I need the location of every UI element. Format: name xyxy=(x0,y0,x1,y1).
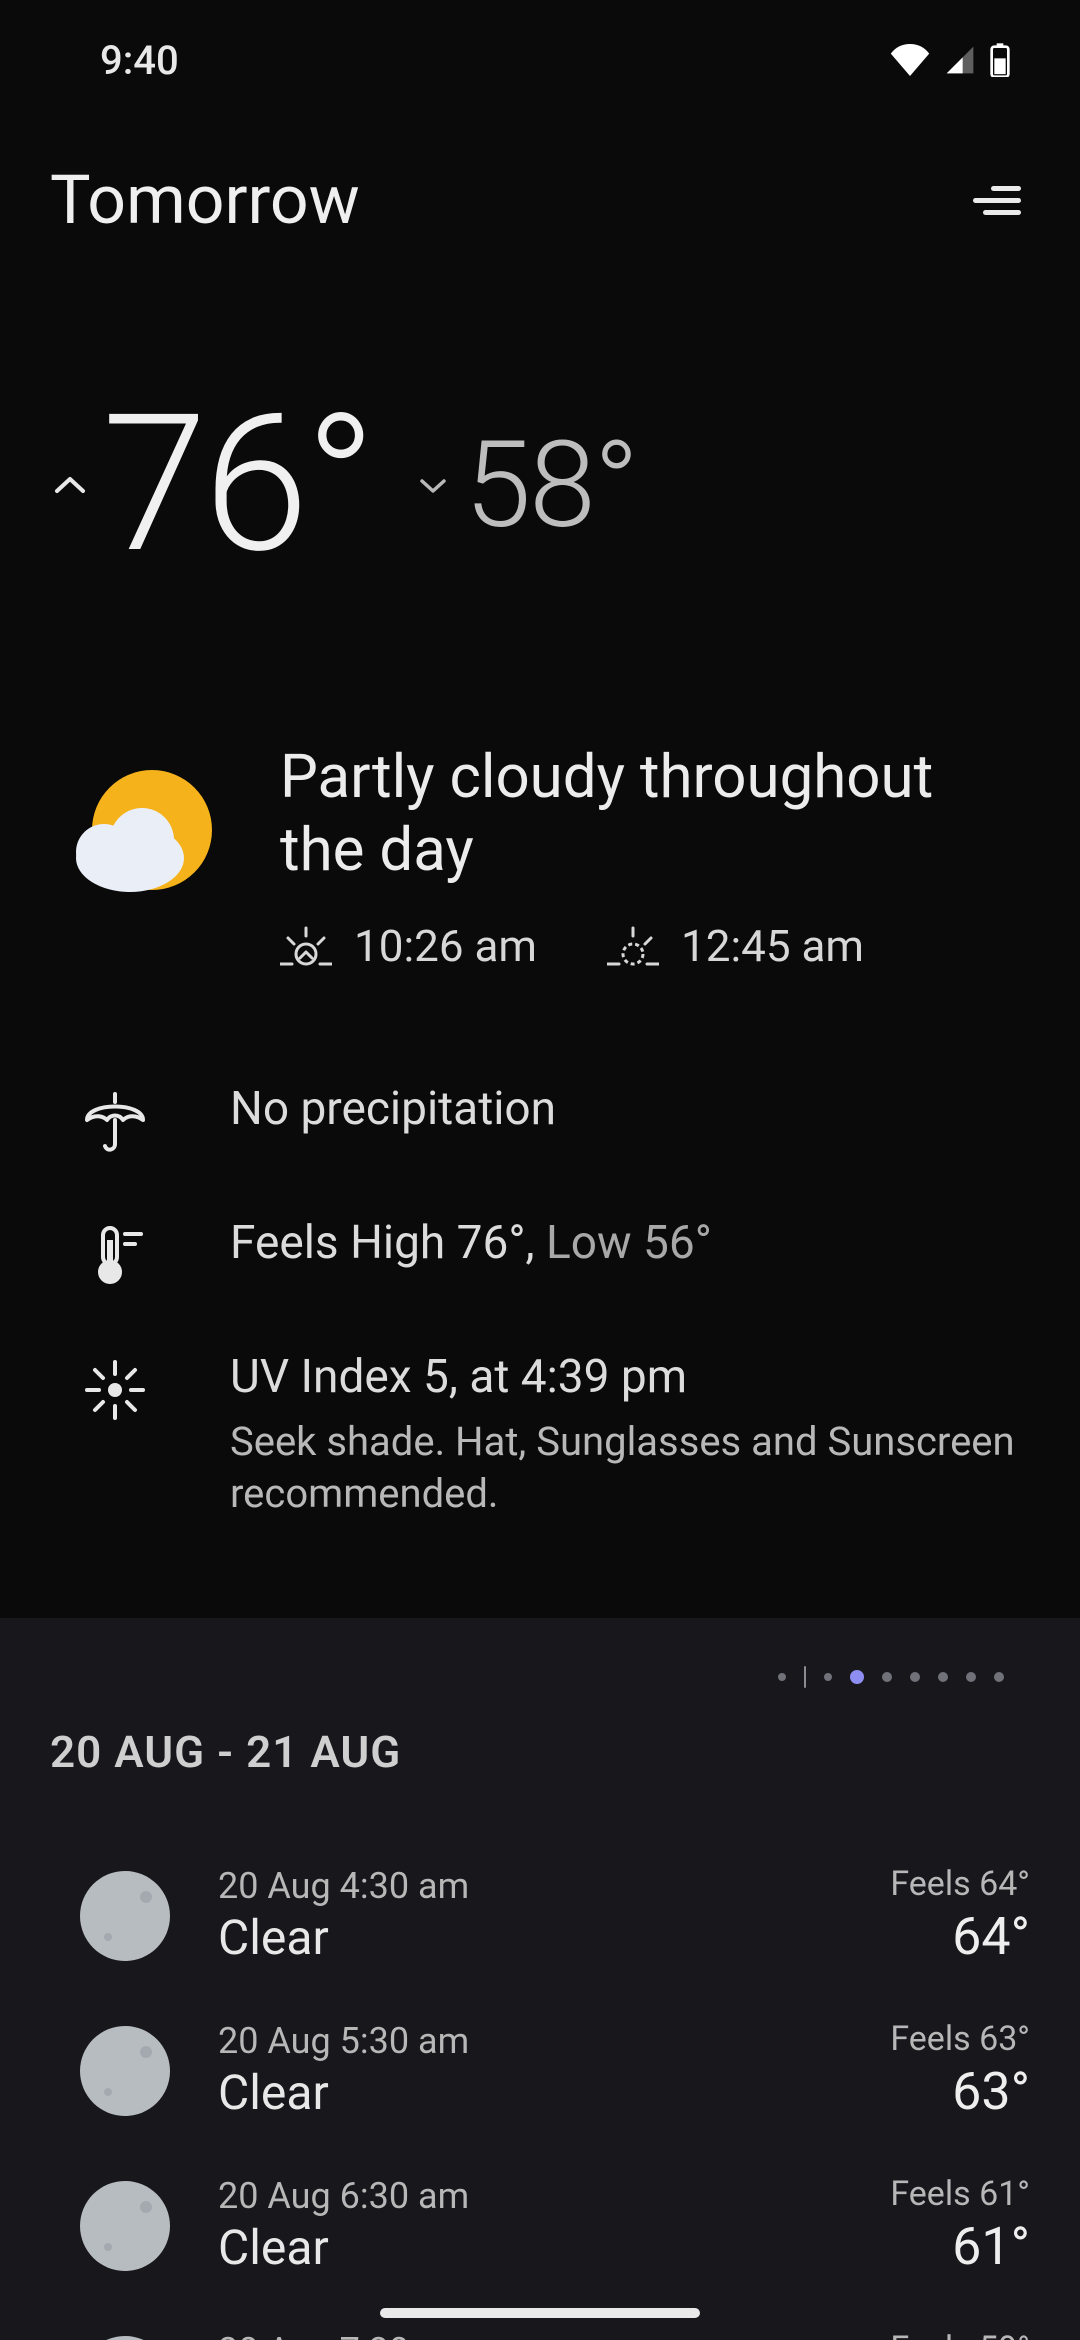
uv-text: UV Index 5, at 4:39 pm Seek shade. Hat, … xyxy=(230,1348,1020,1520)
sunrise-time: 10:26 am xyxy=(354,920,537,972)
hourly-feels: Feels 59° xyxy=(890,2329,1030,2340)
hourly-list[interactable]: 20 Aug 4:30 amClearFeels 64°64°20 Aug 5:… xyxy=(50,1838,1030,2340)
summary-text: Partly cloudy throughout the day 10:26 a… xyxy=(280,740,1020,972)
pager-dot xyxy=(966,1672,976,1682)
status-time: 9:40 xyxy=(100,37,179,84)
hourly-condition: Clear xyxy=(218,2064,842,2121)
chevron-down-icon xyxy=(413,476,453,496)
sunset-icon xyxy=(607,924,659,968)
uv-icon xyxy=(60,1348,170,1426)
pager-dot xyxy=(938,1672,948,1682)
battery-icon xyxy=(990,43,1010,77)
hourly-time: 20 Aug 4:30 am xyxy=(218,1865,842,1907)
sunrise-icon xyxy=(280,924,332,968)
pager-dot xyxy=(910,1672,920,1682)
status-bar: 9:40 xyxy=(0,0,1080,120)
hourly-mid: 20 Aug 7:30 amClear xyxy=(218,2330,842,2340)
uv-index-line: UV Index 5, at 4:39 pm xyxy=(230,1348,1020,1408)
menu-button[interactable] xyxy=(960,165,1030,235)
hourly-right: Feels 64°64° xyxy=(890,1864,1030,1967)
hourly-feels: Feels 64° xyxy=(890,1864,1030,1904)
partly-cloudy-icon xyxy=(60,740,230,910)
hourly-feels: Feels 63° xyxy=(890,2019,1030,2059)
hourly-right: Feels 63°63° xyxy=(890,2019,1030,2122)
low-temp-wrap: 58° xyxy=(413,426,637,546)
status-icons xyxy=(890,43,1010,77)
menu-icon xyxy=(969,180,1021,220)
hourly-mid: 20 Aug 6:30 amClear xyxy=(218,2175,842,2276)
hourly-temp: 63° xyxy=(890,2061,1030,2122)
hourly-condition: Clear xyxy=(218,2219,842,2276)
hourly-temp: 64° xyxy=(890,1906,1030,1967)
hourly-time: 20 Aug 5:30 am xyxy=(218,2020,842,2062)
hourly-right: Feels 59°59° xyxy=(890,2329,1030,2340)
pager-dot xyxy=(994,1672,1004,1682)
pager-dots[interactable] xyxy=(50,1658,1030,1716)
hourly-row[interactable]: 20 Aug 6:30 amClear Feels 61°61° xyxy=(50,2148,1030,2303)
hourly-mid: 20 Aug 4:30 amClear xyxy=(218,1865,842,1966)
pager-dot xyxy=(778,1673,786,1681)
feels-low: Low 56° xyxy=(535,1216,712,1270)
sunset: 12:45 am xyxy=(607,920,864,972)
uv-row: UV Index 5, at 4:39 pm Seek shade. Hat, … xyxy=(60,1320,1020,1548)
sunrise: 10:26 am xyxy=(280,920,537,972)
details: No precipitation Feels High 76°, Low 56° xyxy=(0,1002,1080,1618)
hourly-time: 20 Aug 6:30 am xyxy=(218,2175,842,2217)
hourly-range: 20 AUG - 21 AUG xyxy=(50,1726,1030,1778)
moon-icon xyxy=(80,2336,170,2340)
moon-icon xyxy=(80,1871,170,1961)
moon-icon xyxy=(80,2026,170,2116)
hourly-time: 20 Aug 7:30 am xyxy=(218,2330,842,2340)
chevron-up-icon xyxy=(50,474,90,496)
sunset-time: 12:45 am xyxy=(681,920,864,972)
precipitation-row: No precipitation xyxy=(60,1052,1020,1186)
uv-advice: Seek shade. Hat, Sunglasses and Sunscree… xyxy=(230,1416,1020,1520)
pager-dot xyxy=(824,1673,832,1681)
summary: Partly cloudy throughout the day 10:26 a… xyxy=(0,640,1080,1002)
high-temp: 76° xyxy=(102,390,373,580)
hourly-right: Feels 61°61° xyxy=(890,2174,1030,2277)
hourly-row[interactable]: 20 Aug 4:30 amClear Feels 64°64° xyxy=(50,1838,1030,1993)
wifi-icon xyxy=(890,44,930,76)
low-temp: 58° xyxy=(465,426,637,546)
thermometer-icon xyxy=(60,1214,170,1292)
moon-icon xyxy=(80,2181,170,2271)
feels-high: Feels High 76°, xyxy=(230,1216,535,1270)
hourly-panel[interactable]: 20 AUG - 21 AUG 20 Aug 4:30 amClearFeels… xyxy=(0,1618,1080,2340)
high-low: 76° 58° xyxy=(0,280,1080,640)
high-temp-wrap: 76° xyxy=(50,390,373,580)
hourly-mid: 20 Aug 5:30 amClear xyxy=(218,2020,842,2121)
umbrella-icon xyxy=(60,1080,170,1158)
sun-times: 10:26 am 12:45 am xyxy=(280,920,1020,972)
feels-like-row: Feels High 76°, Low 56° xyxy=(60,1186,1020,1320)
hourly-feels: Feels 61° xyxy=(890,2174,1030,2214)
page-title: Tomorrow xyxy=(50,160,360,240)
hourly-row[interactable]: 20 Aug 5:30 amClear Feels 63°63° xyxy=(50,1993,1030,2148)
header: Tomorrow xyxy=(0,120,1080,280)
condition-description: Partly cloudy throughout the day xyxy=(280,740,1020,886)
cellular-icon xyxy=(942,44,978,76)
pager-separator xyxy=(804,1666,806,1688)
hourly-temp: 61° xyxy=(890,2216,1030,2277)
pager-dot-active xyxy=(850,1670,864,1684)
hourly-condition: Clear xyxy=(218,1909,842,1966)
precipitation-text: No precipitation xyxy=(230,1080,1020,1140)
feels-like-text: Feels High 76°, Low 56° xyxy=(230,1214,1020,1274)
home-indicator[interactable] xyxy=(380,2308,700,2318)
pager-dot xyxy=(882,1672,892,1682)
